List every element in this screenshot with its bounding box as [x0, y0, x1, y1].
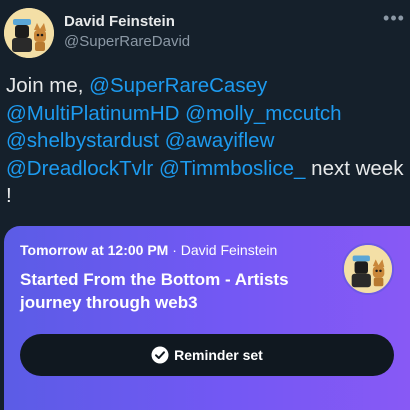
tweet-intro: Join me, [6, 74, 90, 97]
mention-link[interactable]: @MultiPlatinumHD [6, 102, 179, 125]
mention-link[interactable]: @DreadlockTvlr [6, 157, 153, 180]
author-display-name[interactable]: David Feinstein [64, 13, 175, 30]
reminder-label: Reminder set [174, 347, 263, 363]
mention-link[interactable]: @Timmboslice_ [159, 157, 306, 180]
space-host: David Feinstein [180, 242, 278, 258]
tweet-text: Join me, @SuperRareCasey @MultiPlatinumH… [6, 72, 404, 210]
mention-link[interactable]: @shelbystardust [6, 129, 159, 152]
space-card[interactable]: Tomorrow at 12:00 PM · David Feinstein S… [4, 226, 410, 410]
mention-link[interactable]: @SuperRareCasey [89, 74, 267, 97]
mention-link[interactable]: @awayiflew [165, 129, 275, 152]
tweet-header: David Feinstein @SuperRareDavid ••• [0, 0, 410, 62]
host-avatar [342, 243, 394, 295]
more-horizontal-icon[interactable]: ••• [382, 8, 406, 28]
host-avatar-image [344, 245, 392, 293]
space-meta: Tomorrow at 12:00 PM · David Feinstein [20, 242, 277, 258]
meta-separator: · [168, 242, 181, 258]
author-handle[interactable]: @SuperRareDavid [64, 33, 190, 50]
space-time: Tomorrow at 12:00 PM [20, 242, 169, 258]
space-title: Started From the Bottom - Artists journe… [20, 270, 289, 312]
author-avatar[interactable] [4, 8, 54, 58]
avatar-image [4, 8, 54, 58]
reminder-button[interactable]: Reminder set [20, 334, 394, 376]
mention-link[interactable]: @molly_mccutch [185, 102, 341, 125]
check-circle-icon [151, 346, 169, 364]
